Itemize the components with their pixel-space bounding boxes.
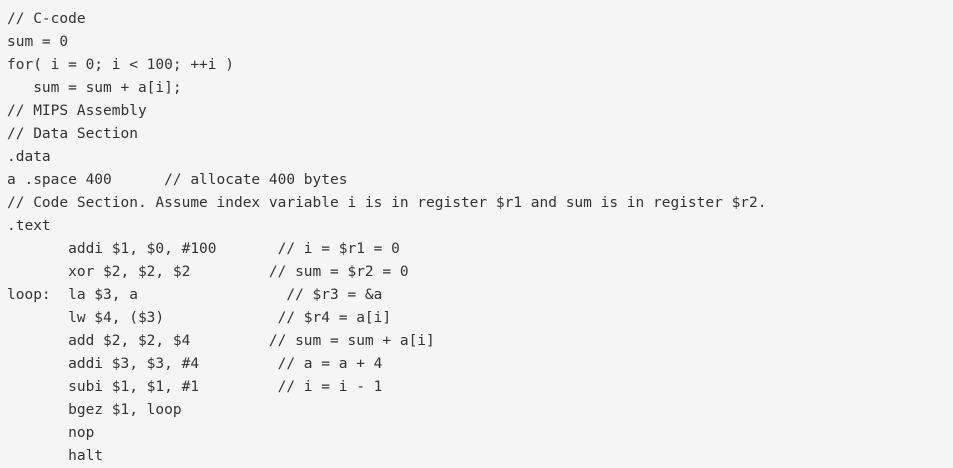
code-line-19: nop: [7, 425, 95, 441]
code-line-16: addi $3, $3, #4 // a = a + 4: [7, 356, 383, 372]
code-line-14: lw $4, ($3) // $r4 = a[i]: [7, 310, 392, 326]
code-line-13: loop: la $3, a // $r3 = &a: [7, 287, 383, 303]
code-line-9: // Code Section. Assume index variable i…: [7, 195, 767, 211]
code-line-6: // Data Section: [7, 126, 138, 142]
code-line-12: xor $2, $2, $2 // sum = $r2 = 0: [7, 264, 409, 280]
code-line-7: .data: [7, 149, 51, 165]
code-line-3: for( i = 0; i < 100; ++i ): [7, 57, 234, 73]
code-line-18: bgez $1, loop: [7, 402, 182, 418]
code-line-10: .text: [7, 218, 51, 234]
code-line-17: subi $1, $1, #1 // i = i - 1: [7, 379, 383, 395]
code-line-4: sum = sum + a[i];: [7, 80, 182, 96]
code-line-11: addi $1, $0, #100 // i = $r1 = 0: [7, 241, 400, 257]
code-line-5: // MIPS Assembly: [7, 103, 147, 119]
code-line-15: add $2, $2, $4 // sum = sum + a[i]: [7, 333, 435, 349]
code-line-20: halt: [7, 448, 104, 464]
code-line-1: // C-code: [7, 11, 86, 27]
code-block: // C-code sum = 0 for( i = 0; i < 100; +…: [0, 0, 953, 468]
code-line-8: a .space 400 // allocate 400 bytes: [7, 172, 348, 188]
code-line-2: sum = 0: [7, 34, 69, 50]
